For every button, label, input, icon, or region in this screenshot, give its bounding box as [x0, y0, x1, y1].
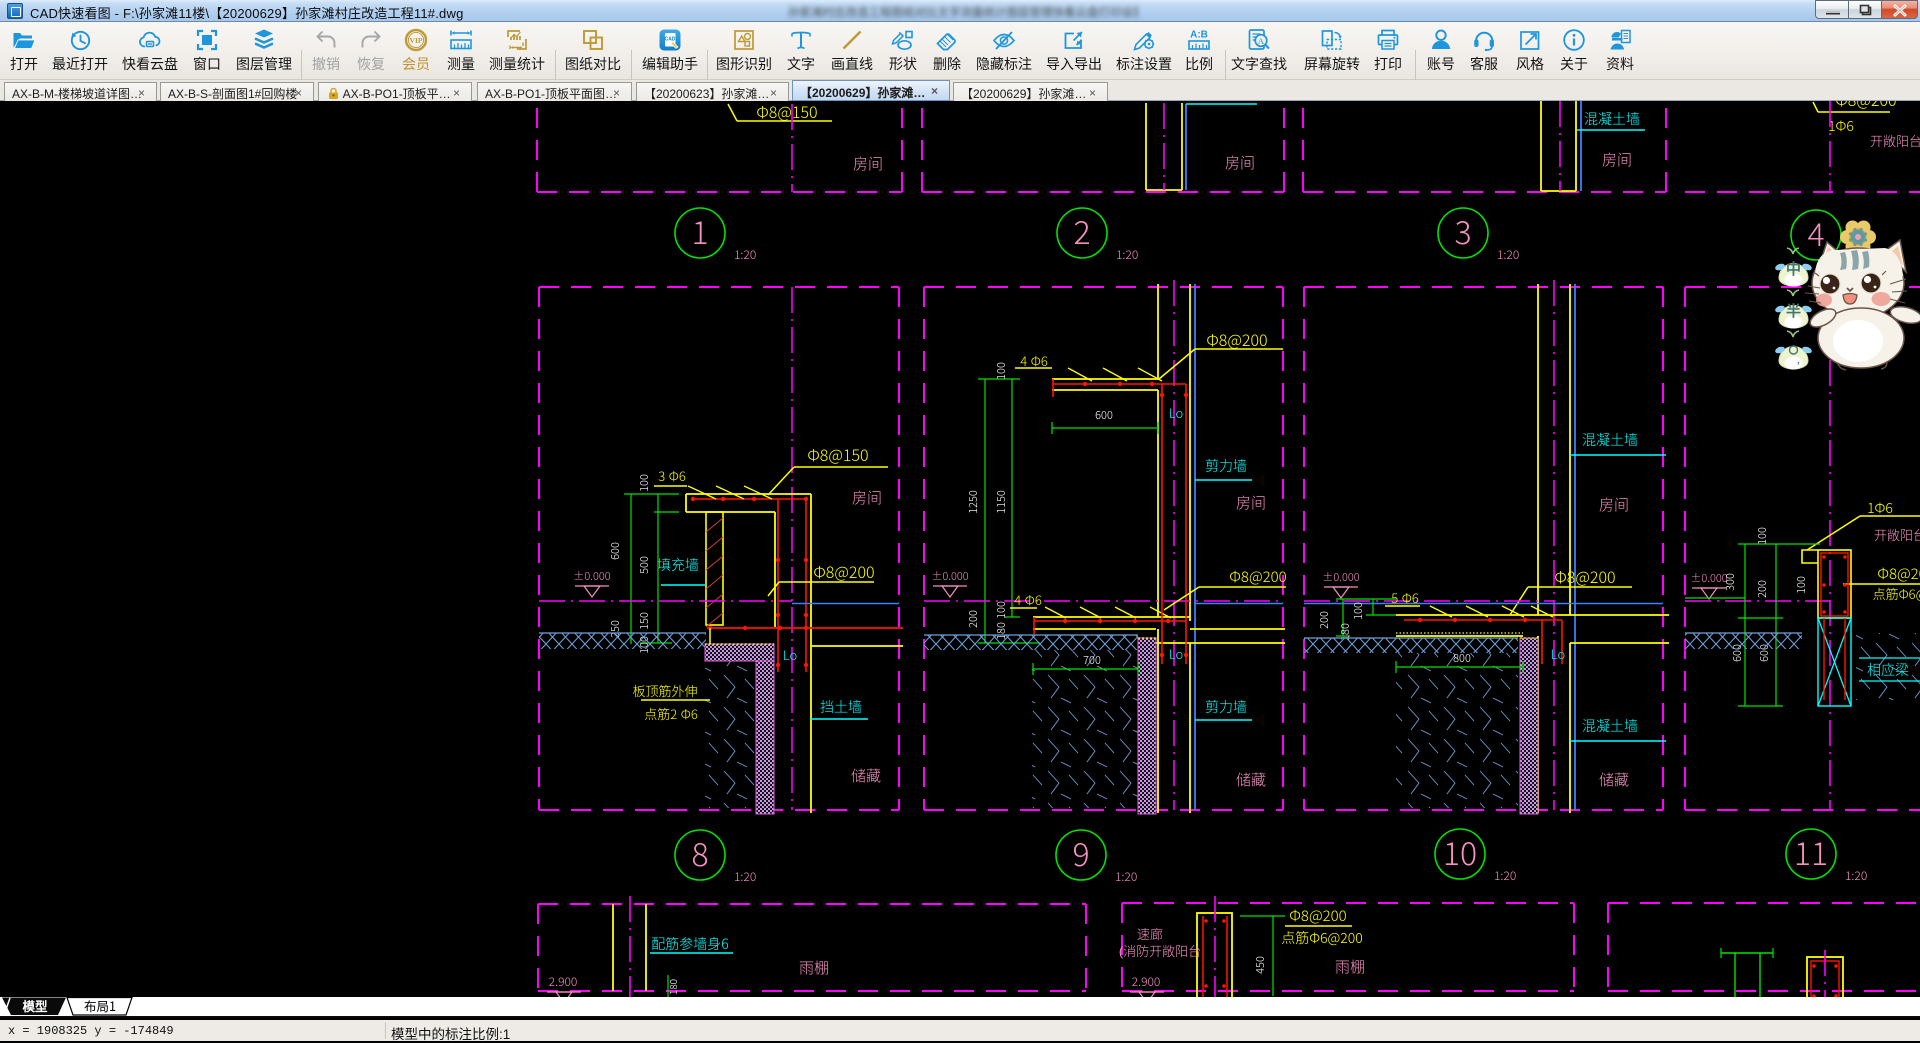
- svg-text:±0.000: ±0.000: [1322, 569, 1359, 585]
- svg-text:100: 100: [1350, 602, 1366, 620]
- svg-text:混凝土墙: 混凝土墙: [1582, 716, 1638, 736]
- svg-text:200: 200: [1754, 580, 1770, 598]
- svg-text:储藏: 储藏: [1236, 769, 1266, 790]
- svg-text:600: 600: [1095, 407, 1113, 423]
- svg-text:点筋Φ6@200: 点筋Φ6@200: [1281, 928, 1363, 948]
- svg-text:1:20: 1:20: [1115, 868, 1137, 885]
- svg-text:混凝土墙: 混凝土墙: [1584, 109, 1640, 129]
- svg-text:开敞阳台: 开敞阳台: [1874, 525, 1920, 544]
- svg-text:1Φ6: 1Φ6: [1828, 116, 1854, 136]
- svg-text:4 Φ6: 4 Φ6: [1020, 351, 1048, 370]
- svg-text:180: 180: [665, 979, 680, 995]
- svg-text:11: 11: [1794, 829, 1828, 875]
- svg-text:4 Φ6: 4 Φ6: [1014, 590, 1042, 609]
- svg-text:房间: 房间: [1236, 492, 1266, 513]
- svg-text:3: 3: [1454, 208, 1471, 254]
- svg-text:500: 500: [636, 556, 652, 574]
- svg-text:布局1: 布局1: [84, 997, 116, 1015]
- svg-text:雨棚: 雨棚: [1335, 956, 1365, 977]
- svg-text:±0.000: ±0.000: [931, 568, 968, 584]
- svg-text:600: 600: [607, 542, 623, 560]
- svg-text:储藏: 储藏: [1599, 769, 1629, 790]
- svg-text:1:20: 1:20: [1116, 246, 1138, 263]
- svg-text:Lo: Lo: [783, 645, 797, 664]
- svg-text:Φ8@200: Φ8@200: [1289, 905, 1346, 926]
- svg-text:Φ8@200: Φ8@200: [1835, 101, 1896, 111]
- svg-text:房间: 房间: [1599, 494, 1629, 515]
- svg-text:1:20: 1:20: [1497, 246, 1519, 263]
- svg-text:Φ8@150: Φ8@150: [807, 442, 868, 466]
- svg-text:房间: 房间: [852, 487, 882, 508]
- svg-text:2: 2: [1073, 208, 1090, 254]
- svg-text:100: 100: [636, 474, 652, 492]
- svg-text:1:20: 1:20: [734, 246, 756, 263]
- svg-text:CAD: CAD: [665, 37, 676, 43]
- svg-text:Lo: Lo: [1169, 644, 1183, 663]
- svg-text:房间: 房间: [1602, 149, 1632, 170]
- svg-text:Φ8@200: Φ8@200: [1229, 566, 1286, 587]
- svg-text:房间: 房间: [1225, 152, 1255, 173]
- svg-text:100: 100: [1793, 576, 1809, 594]
- svg-text:点筋Φ6@: 点筋Φ6@: [1873, 584, 1920, 603]
- svg-text:1150: 1150: [993, 490, 1009, 514]
- svg-text:±0.000: ±0.000: [573, 568, 610, 584]
- svg-text:中: 中: [1786, 258, 1801, 279]
- svg-text:开敞阳台: 开敞阳台: [1870, 131, 1920, 150]
- svg-text:Φ8@20: Φ8@20: [1877, 563, 1920, 584]
- svg-text:3 Φ6: 3 Φ6: [658, 466, 686, 485]
- svg-text:100: 100: [993, 601, 1009, 619]
- svg-text:300: 300: [1722, 573, 1738, 591]
- svg-text:2.900: 2.900: [549, 973, 578, 990]
- svg-text:800: 800: [1453, 650, 1471, 666]
- svg-text:剪力墙: 剪力墙: [1205, 456, 1247, 476]
- svg-text:9: 9: [1072, 830, 1089, 876]
- svg-text:半: 半: [1786, 300, 1801, 321]
- svg-text:8: 8: [691, 830, 708, 876]
- svg-text:(消防开敞阳台: (消防开敞阳台: [1119, 941, 1201, 960]
- svg-text:A:B: A:B: [1190, 30, 1208, 41]
- svg-text:混凝土墙: 混凝土墙: [1582, 430, 1638, 450]
- svg-text:1Φ6: 1Φ6: [1867, 498, 1893, 518]
- svg-text:2.900: 2.900: [1132, 973, 1161, 990]
- svg-text:填充墙: 填充墙: [657, 555, 699, 575]
- svg-text:450: 450: [1252, 956, 1268, 974]
- svg-text:板顶筋外伸: 板顶筋外伸: [632, 681, 697, 700]
- svg-text:1:20: 1:20: [1845, 867, 1867, 884]
- svg-text:房间: 房间: [853, 153, 883, 174]
- svg-text:Φ8@200: Φ8@200: [1554, 564, 1615, 588]
- svg-text:1: 1: [691, 208, 708, 254]
- svg-text:1:20: 1:20: [734, 868, 756, 885]
- svg-text:Φ8@200: Φ8@200: [813, 559, 874, 583]
- svg-text:,: ,: [1797, 350, 1800, 367]
- svg-text:Lo: Lo: [1169, 403, 1183, 422]
- svg-text:剪力墙: 剪力墙: [1205, 697, 1247, 717]
- svg-text:10: 10: [1443, 829, 1477, 875]
- svg-text:100: 100: [993, 362, 1009, 380]
- svg-text:模型: 模型: [22, 997, 48, 1015]
- svg-text:雨棚: 雨棚: [799, 957, 829, 978]
- svg-text:Lo: Lo: [1551, 644, 1565, 663]
- svg-text:挡土墙: 挡土墙: [820, 697, 862, 717]
- svg-text:200: 200: [965, 610, 981, 628]
- svg-text:100: 100: [1754, 527, 1770, 545]
- svg-text:200: 200: [1316, 611, 1332, 629]
- svg-text:5 Φ6: 5 Φ6: [1391, 588, 1419, 607]
- svg-text:700: 700: [1083, 652, 1101, 668]
- svg-text:1250: 1250: [965, 490, 981, 514]
- svg-text:点筋2 Φ6: 点筋2 Φ6: [644, 704, 698, 723]
- svg-text:配筋参墙身6: 配筋参墙身6: [651, 934, 729, 954]
- svg-text:150: 150: [636, 612, 652, 630]
- svg-text:相应梁: 相应梁: [1867, 660, 1909, 680]
- svg-text:储藏: 储藏: [851, 765, 881, 786]
- svg-text:VIP: VIP: [410, 36, 423, 45]
- svg-text:Φ8@150: Φ8@150: [756, 101, 817, 123]
- svg-text:A: A: [1258, 36, 1265, 46]
- svg-text:Φ8@200: Φ8@200: [1206, 327, 1267, 351]
- svg-text:1:20: 1:20: [1494, 867, 1516, 884]
